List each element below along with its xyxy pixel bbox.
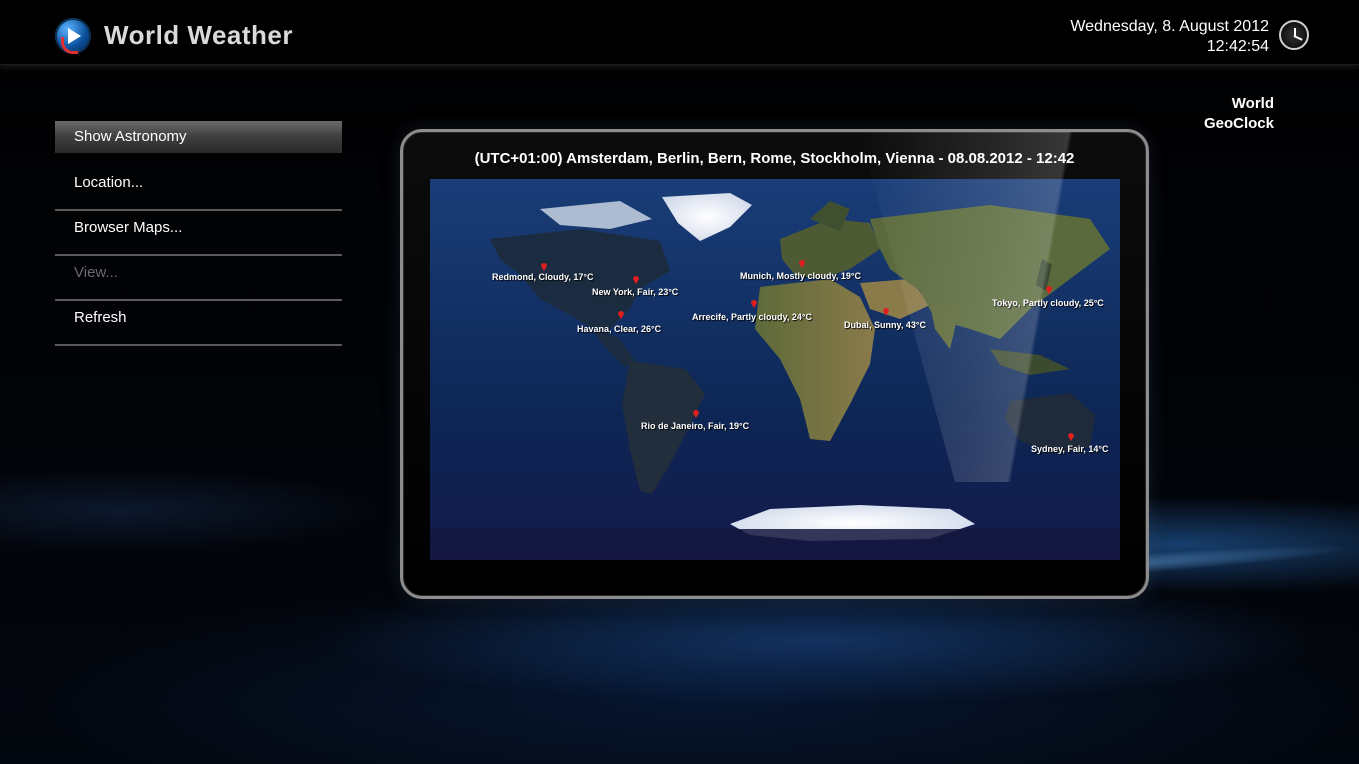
city-label-rio-de-janeiro[interactable]: Rio de Janeiro, Fair, 19°C <box>641 421 749 431</box>
view-label-line1: World <box>1231 95 1274 112</box>
menu-item-refresh[interactable]: Refresh <box>55 301 342 346</box>
clock-icon <box>1279 20 1309 50</box>
city-label-arrecife[interactable]: Arrecife, Partly cloudy, 24°C <box>692 312 812 322</box>
map-pin-icon[interactable] <box>1067 431 1075 441</box>
map-pin-icon[interactable] <box>540 261 548 271</box>
city-label-dubai[interactable]: Dubai, Sunny, 43°C <box>844 320 926 330</box>
swoosh-icon <box>61 37 78 54</box>
view-label-line2: GeoClock <box>1203 115 1274 132</box>
menu-item-view: View... <box>55 256 342 301</box>
menu-item-location[interactable]: Location... <box>55 166 342 211</box>
city-label-redmond[interactable]: Redmond, Cloudy, 17°C <box>492 272 593 282</box>
current-date: Wednesday, 8. August 2012 <box>1070 18 1269 35</box>
header-bar: World Weather Wednesday, 8. August 2012 … <box>0 0 1359 65</box>
city-label-havana[interactable]: Havana, Clear, 26°C <box>577 324 661 334</box>
city-label-tokyo[interactable]: Tokyo, Partly cloudy, 25°C <box>992 298 1104 308</box>
map-pin-icon[interactable] <box>798 258 806 268</box>
current-time: 12:42:54 <box>1206 38 1269 55</box>
map-pin-icon[interactable] <box>1045 284 1053 294</box>
city-label-new-york[interactable]: New York, Fair, 23°C <box>592 287 678 297</box>
map-tablet-frame: (UTC+01:00) Amsterdam, Berlin, Bern, Rom… <box>400 129 1179 599</box>
map-pin-icon[interactable] <box>882 306 890 316</box>
world-map[interactable] <box>430 179 1120 560</box>
menu-item-show-astronomy[interactable]: Show Astronomy <box>55 121 342 153</box>
map-pin-icon[interactable] <box>632 274 640 284</box>
southern-band <box>430 529 1120 560</box>
clock-minute-hand <box>1293 35 1303 41</box>
side-menu: Show Astronomy Location... Browser Maps.… <box>55 121 342 346</box>
map-pin-icon[interactable] <box>692 408 700 418</box>
map-pin-icon[interactable] <box>750 298 758 308</box>
city-label-munich[interactable]: Munich, Mostly cloudy, 19°C <box>740 271 861 281</box>
city-label-sydney[interactable]: Sydney, Fair, 14°C <box>1031 444 1108 454</box>
map-caption: (UTC+01:00) Amsterdam, Berlin, Bern, Rom… <box>474 150 1075 167</box>
map-pin-icon[interactable] <box>617 309 625 319</box>
app-logo-icon <box>55 18 91 54</box>
app-title: World Weather <box>104 20 294 50</box>
view-label: World GeoClock <box>1204 94 1274 134</box>
menu-item-browser-maps[interactable]: Browser Maps... <box>55 211 342 256</box>
